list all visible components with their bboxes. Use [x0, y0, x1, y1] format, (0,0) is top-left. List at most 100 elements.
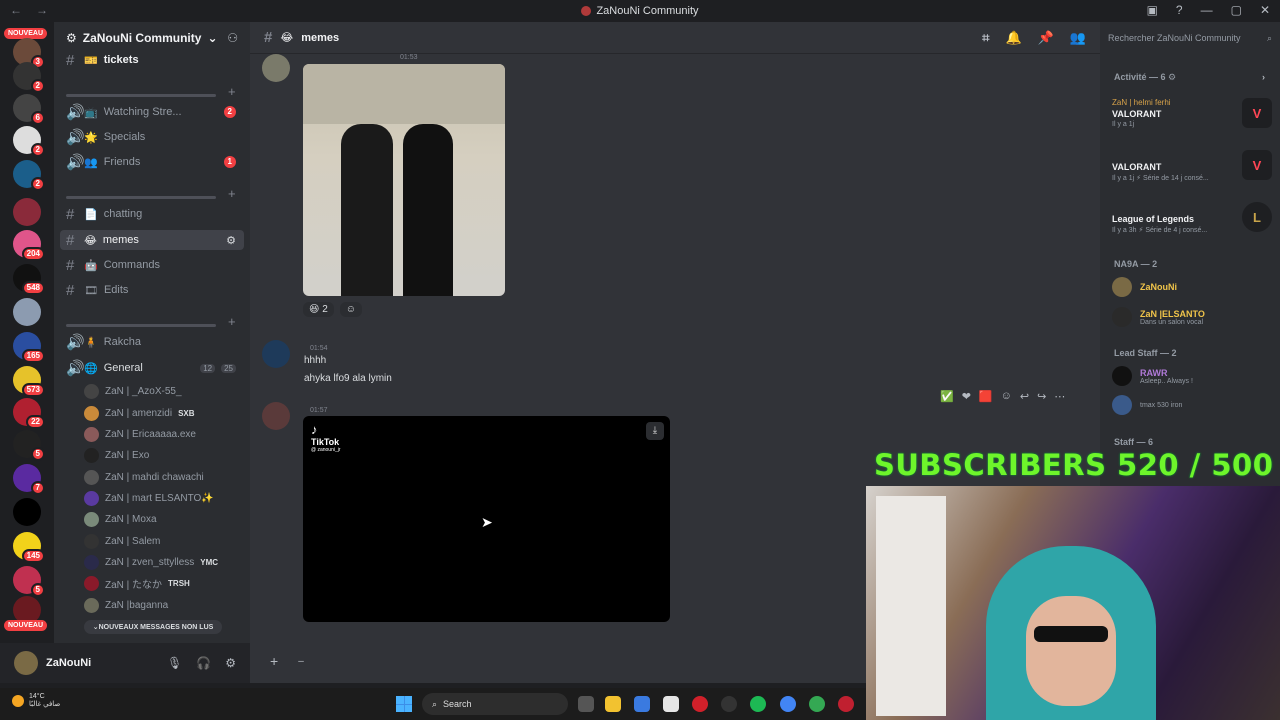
voice-user[interactable]: ZaN | mart ELSANTO✨	[84, 489, 234, 508]
help-icon[interactable]: ?	[1176, 3, 1183, 17]
message-author[interactable]: 01:57	[304, 404, 328, 415]
current-username[interactable]: ZaNouNi	[46, 657, 91, 669]
channel-general[interactable]: 🔊 🌐 General 12 25	[60, 358, 244, 378]
opera-icon[interactable]	[692, 696, 708, 712]
server-icon[interactable]	[13, 198, 41, 226]
notification-bell-icon[interactable]: 🔔	[1005, 30, 1021, 46]
windows-start-icon[interactable]	[396, 696, 412, 712]
channel-friends[interactable]: 🔊 👥 Friends 1	[60, 152, 244, 172]
channel-tickets[interactable]: # 🎫 tickets	[60, 50, 244, 70]
channel-specials[interactable]: 🔊 🌟 Specials	[60, 127, 244, 147]
new-badge-bottom[interactable]: NOUVEAU	[4, 620, 48, 631]
voice-user[interactable]: ZaN | amenzidi SXB	[84, 404, 234, 423]
more-icon[interactable]: ⋯	[1054, 390, 1065, 403]
pin-icon[interactable]: 📌	[1038, 30, 1054, 46]
store-icon[interactable]	[663, 696, 679, 712]
obs-icon[interactable]	[721, 696, 737, 712]
server-icon[interactable]: 22	[13, 398, 45, 429]
task-view-icon[interactable]	[578, 696, 594, 712]
check-reaction-icon[interactable]: ✅	[940, 390, 954, 403]
voice-user[interactable]: ZaN | mahdi chawachi	[84, 468, 234, 487]
forward-arrow-icon[interactable]: →	[36, 3, 48, 17]
voice-user[interactable]: ZaN | Exo	[84, 446, 234, 465]
avatar[interactable]	[262, 54, 290, 82]
server-icon[interactable]: 2	[13, 160, 45, 191]
server-icon[interactable]: 573	[13, 366, 45, 397]
voice-user[interactable]: ZaN | Ericaaaaa.exe	[84, 425, 234, 444]
server-icon[interactable]: 2	[13, 126, 45, 157]
chrome-profile-icon[interactable]	[809, 696, 825, 712]
add-channel-icon[interactable]: +	[228, 84, 236, 99]
channel-rakcha[interactable]: 🔊 🧍 Rakcha	[60, 332, 244, 352]
server-icon[interactable]: 165	[13, 332, 45, 363]
back-arrow-icon[interactable]: ←	[10, 3, 22, 17]
avatar[interactable]	[14, 651, 38, 675]
server-icon[interactable]: 5	[13, 566, 45, 597]
message-author[interactable]: 01:54	[304, 342, 328, 353]
server-icon[interactable]: 6	[13, 94, 45, 125]
inbox-icon[interactable]: ▣	[1147, 3, 1158, 17]
server-icon[interactable]	[13, 498, 41, 526]
server-icon[interactable]: 7	[13, 464, 45, 495]
headphones-icon[interactable]: 🎧	[196, 656, 211, 670]
member-item[interactable]: ZaN |ELSANTO Dans un salon vocal	[1112, 304, 1277, 330]
voice-user[interactable]: ZaN | たなか TRSH	[84, 574, 234, 593]
avatar[interactable]	[262, 402, 290, 430]
microphone-icon[interactable]: 🎙	[167, 656, 182, 670]
add-attachment-icon[interactable]: +	[270, 653, 278, 669]
app-icon[interactable]	[838, 696, 854, 712]
channel-settings-icon[interactable]: ⚙	[226, 234, 236, 247]
maximize-button[interactable]: ▢	[1231, 3, 1242, 17]
file-explorer-icon[interactable]	[605, 696, 621, 712]
channel-chatting[interactable]: # 📄 chatting	[60, 204, 244, 224]
activity-header[interactable]: Activité — 6 ⚙ ›	[1114, 72, 1265, 83]
avatar[interactable]	[262, 340, 290, 368]
voice-user[interactable]: ZaN | zven_sttylless YMC	[84, 553, 234, 572]
reaction[interactable]: 😆 2	[303, 302, 334, 317]
server-icon[interactable]: 204	[13, 230, 45, 261]
download-icon[interactable]: ⤓	[646, 422, 664, 440]
server-icon[interactable]: 2	[13, 62, 45, 93]
settings-gear-icon[interactable]: ⚙	[225, 656, 236, 670]
channel-edits[interactable]: # 🎞 Edits	[60, 280, 244, 300]
image-attachment[interactable]	[303, 64, 505, 296]
heart-reaction-icon[interactable]: ❤	[962, 390, 971, 403]
weather-widget[interactable]: 14°C صافي غالبًا	[12, 693, 60, 708]
channel-commands[interactable]: # 🤖 Commands	[60, 255, 244, 275]
video-attachment[interactable]: ♪ TikTok @ zanouni_jr ⤓ ➤	[303, 416, 670, 622]
reply-icon[interactable]: ↩	[1020, 390, 1029, 403]
copilot-icon[interactable]	[634, 696, 650, 712]
activity-card[interactable]: VALORANT Il y a 1j ⚡ Série de 14 j consé…	[1112, 150, 1272, 194]
member-list-icon[interactable]: 👥	[1070, 30, 1086, 46]
channel-memes[interactable]: # 😂 memes ⚙	[60, 230, 244, 250]
chrome-icon[interactable]	[780, 696, 796, 712]
server-icon[interactable]: 548	[13, 264, 45, 295]
member-item[interactable]: ZaNouNi	[1112, 274, 1277, 300]
close-button[interactable]: ✕	[1260, 3, 1270, 17]
message-composer[interactable]: + –	[262, 649, 862, 673]
activity-card[interactable]: League of Legends Il y a 3h ⚡ Série de 4…	[1112, 202, 1272, 246]
forward-icon[interactable]: ↪	[1037, 390, 1046, 403]
taskbar-search[interactable]: ⌕ Search	[422, 693, 568, 715]
spotify-icon[interactable]	[750, 696, 766, 712]
add-channel-icon[interactable]: +	[228, 314, 236, 329]
server-icon[interactable]: 5	[13, 430, 45, 461]
server-icon[interactable]	[13, 298, 41, 326]
minimize-button[interactable]: —	[1201, 3, 1213, 17]
member-item[interactable]: tmax 530 iron	[1112, 392, 1277, 418]
add-reaction-button[interactable]: ☺	[339, 302, 362, 317]
add-channel-icon[interactable]: +	[228, 186, 236, 201]
activity-card[interactable]: ZaN | helmi ferhi VALORANT Il y a 1j V	[1112, 98, 1272, 142]
member-item[interactable]: RAWR Asleep.. Always !	[1112, 363, 1277, 389]
add-member-icon[interactable]: ⚇	[227, 31, 238, 45]
threads-icon[interactable]: ⌗	[982, 30, 989, 46]
channel-watching-stream[interactable]: 🔊 📺 Watching Stre... 2	[60, 102, 244, 122]
add-reaction-icon[interactable]: ☺	[1001, 390, 1012, 403]
server-icon[interactable]: 145	[13, 532, 45, 563]
voice-user[interactable]: ZaN | _AzoX-55_	[84, 382, 234, 401]
voice-user[interactable]: ZaN | Moxa	[84, 510, 234, 529]
voice-user[interactable]: ZaN |baganna	[84, 596, 234, 615]
voice-user[interactable]: ZaN | Salem	[84, 532, 234, 551]
search-input[interactable]: Rechercher ZaNouNi Community ⌕	[1108, 30, 1272, 46]
flag-reaction-icon[interactable]: 🟥	[979, 390, 993, 403]
